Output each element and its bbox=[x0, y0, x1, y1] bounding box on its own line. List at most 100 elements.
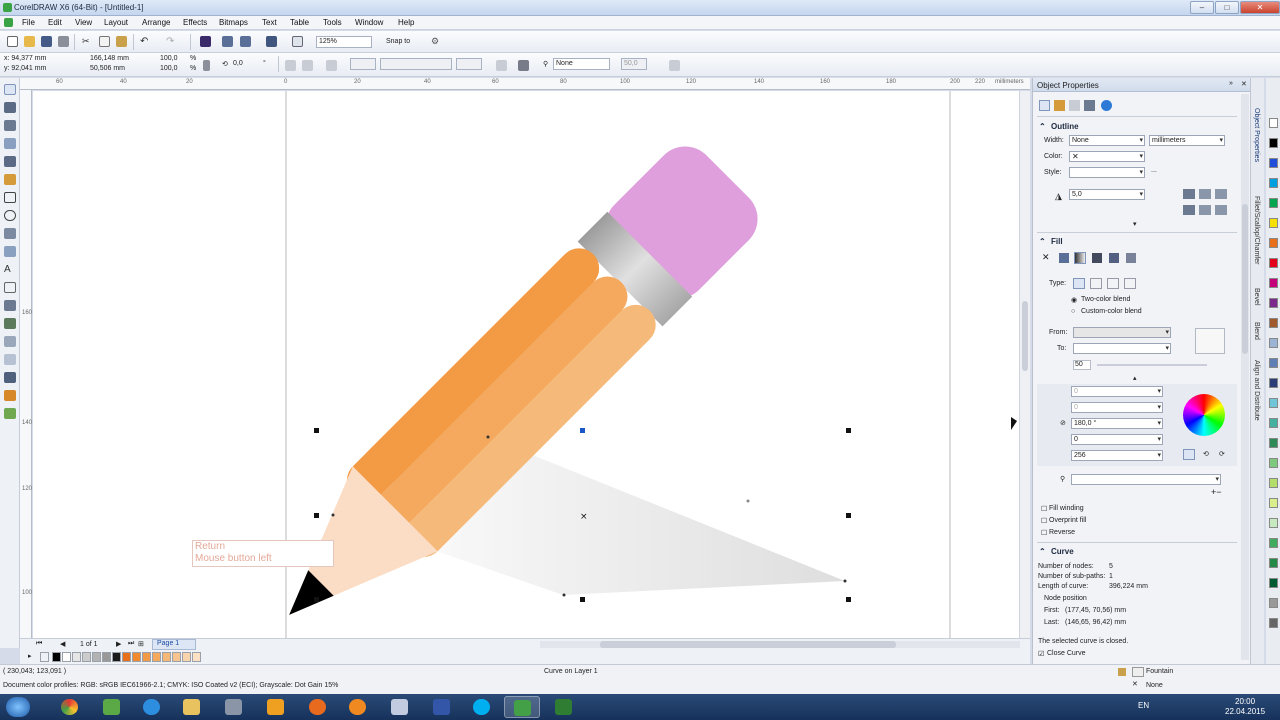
taskbar-app[interactable] bbox=[382, 696, 418, 718]
to-front-icon[interactable] bbox=[518, 60, 529, 71]
paste-icon[interactable] bbox=[116, 36, 127, 47]
summary-tab-icon[interactable] bbox=[1084, 100, 1095, 111]
color-swatch[interactable] bbox=[1269, 298, 1278, 308]
object-height[interactable]: 50,506 mm bbox=[90, 65, 125, 72]
eyedropper-tool-icon[interactable] bbox=[4, 372, 16, 383]
transparency-tool-icon[interactable] bbox=[4, 354, 16, 365]
ellipse-tool-icon[interactable] bbox=[4, 210, 16, 221]
vertical-scrollbar[interactable] bbox=[1019, 91, 1030, 638]
snap-to-button[interactable]: Snap to bbox=[386, 38, 410, 45]
last-page-icon[interactable]: ⏭ bbox=[128, 640, 134, 648]
palette-arrow-icon[interactable]: ▸ bbox=[28, 652, 32, 660]
no-color-swatch[interactable] bbox=[40, 652, 49, 662]
custom-color-radio[interactable]: ○ bbox=[1071, 308, 1075, 315]
color-swatch[interactable] bbox=[1269, 598, 1278, 608]
combine-dropdown[interactable] bbox=[350, 58, 376, 70]
first-page-icon[interactable]: ⏮ bbox=[36, 640, 42, 648]
curve-node[interactable] bbox=[746, 499, 750, 503]
selection-handle[interactable] bbox=[580, 428, 585, 433]
line-style-dropdown[interactable] bbox=[380, 58, 452, 70]
page-tab[interactable]: Page 1 bbox=[152, 639, 196, 650]
scale-height[interactable]: 100,0 bbox=[160, 65, 178, 72]
polygon-tool-icon[interactable] bbox=[4, 228, 16, 239]
freehand-tool-icon[interactable] bbox=[4, 156, 16, 167]
rectangle-tool-icon[interactable] bbox=[4, 192, 16, 203]
fill-collapse-arrow[interactable]: ▴ bbox=[1133, 374, 1137, 382]
menu-edit[interactable]: Edit bbox=[48, 18, 62, 27]
color-profiles[interactable]: Document color profiles: RGB: sRGB IEC61… bbox=[3, 682, 338, 689]
menu-help[interactable]: Help bbox=[398, 18, 414, 27]
options-icon[interactable]: ⚙ bbox=[431, 36, 442, 47]
tab-object-properties[interactable]: Object Properties bbox=[1253, 108, 1260, 162]
from-color-picker[interactable] bbox=[1073, 327, 1171, 338]
docker-scroll-thumb[interactable] bbox=[1242, 204, 1248, 354]
clock-date[interactable]: 22.04.2015 bbox=[1225, 707, 1265, 716]
rotation-angle[interactable]: 0,0 bbox=[233, 60, 243, 67]
fill-winding-checkbox[interactable]: ☐ bbox=[1041, 505, 1047, 513]
convert-to-curves-icon[interactable] bbox=[669, 60, 680, 71]
outline-collapse-icon[interactable]: ⌃ bbox=[1039, 122, 1046, 131]
conical-type-icon[interactable] bbox=[1107, 278, 1119, 289]
texture-fill-icon[interactable] bbox=[1109, 253, 1119, 263]
menu-table[interactable]: Table bbox=[290, 18, 309, 27]
color-swatch[interactable] bbox=[1269, 278, 1278, 288]
prev-page-icon[interactable]: ◀ bbox=[60, 640, 65, 648]
add-remove-preset-icon[interactable]: +− bbox=[1211, 487, 1222, 497]
object-width[interactable]: 166,148 mm bbox=[90, 55, 129, 62]
end-arrow-dropdown[interactable] bbox=[456, 58, 482, 70]
horizontal-ruler[interactable]: 60 40 20 0 20 40 60 80 100 120 140 160 1… bbox=[20, 78, 1030, 90]
palette-swatch[interactable] bbox=[72, 652, 81, 662]
color-swatch[interactable] bbox=[1269, 418, 1278, 428]
corner-bevel-icon[interactable] bbox=[1215, 189, 1227, 199]
color-swatch[interactable] bbox=[1269, 378, 1278, 388]
color-swatch[interactable] bbox=[1269, 518, 1278, 528]
fountain-fill-icon[interactable] bbox=[1074, 252, 1086, 264]
internet-tab-icon[interactable] bbox=[1101, 100, 1112, 111]
menu-window[interactable]: Window bbox=[355, 18, 383, 27]
fill-edge-pad-field[interactable]: 0 bbox=[1071, 434, 1163, 445]
color-swatch[interactable] bbox=[1269, 358, 1278, 368]
palette-swatch[interactable] bbox=[172, 652, 181, 662]
drawing-canvas[interactable]: × bbox=[33, 91, 1020, 638]
tab-align-distribute[interactable]: Align and Distribute bbox=[1253, 360, 1260, 421]
palette-swatch[interactable] bbox=[132, 652, 141, 662]
selection-handle[interactable] bbox=[314, 428, 319, 433]
taskbar-explorer[interactable] bbox=[174, 696, 210, 718]
line-cap-round-icon[interactable] bbox=[1199, 205, 1211, 215]
color-swatch[interactable] bbox=[1269, 338, 1278, 348]
add-page-icon[interactable]: ⊞ bbox=[138, 640, 144, 648]
docker-close-icon[interactable]: ✕ bbox=[1241, 80, 1247, 88]
zoom-level-dropdown[interactable]: 125% bbox=[316, 36, 372, 48]
miter-limit-field[interactable]: 5,0 bbox=[1069, 189, 1145, 200]
connector-tool-icon[interactable] bbox=[4, 318, 16, 329]
menu-file[interactable]: File bbox=[22, 18, 35, 27]
next-page-icon[interactable]: ▶ bbox=[116, 640, 121, 648]
outline-style-dropdown[interactable] bbox=[1069, 167, 1145, 178]
palette-swatch[interactable] bbox=[192, 652, 201, 662]
mirror-vertical-icon[interactable] bbox=[302, 60, 313, 71]
palette-swatch[interactable] bbox=[112, 652, 121, 662]
palette-swatch[interactable] bbox=[152, 652, 161, 662]
taskbar-app[interactable] bbox=[546, 696, 582, 718]
taskbar-internet-explorer[interactable] bbox=[134, 696, 170, 718]
tab-blend[interactable]: Blend bbox=[1253, 322, 1260, 340]
clock-time[interactable]: 20:00 bbox=[1235, 697, 1255, 706]
copy-icon[interactable] bbox=[99, 36, 110, 47]
y-position[interactable]: y: 92,041 mm bbox=[4, 65, 46, 72]
selection-handle[interactable] bbox=[314, 597, 319, 602]
color-swatch[interactable] bbox=[1269, 178, 1278, 188]
color-swatch[interactable] bbox=[1269, 118, 1278, 128]
color-swatch[interactable] bbox=[1269, 238, 1278, 248]
wrap-text-icon[interactable] bbox=[496, 60, 507, 71]
fill-y-offset[interactable]: 0 bbox=[1071, 402, 1163, 413]
fill-indicator-icon[interactable] bbox=[1118, 668, 1126, 676]
table-tool-icon[interactable] bbox=[4, 282, 16, 293]
palette-swatch[interactable] bbox=[182, 652, 191, 662]
color-swatch[interactable] bbox=[1269, 578, 1278, 588]
taskbar-firefox[interactable] bbox=[340, 696, 376, 718]
tab-bevel[interactable]: Bevel bbox=[1253, 288, 1260, 306]
midpoint-slider[interactable] bbox=[1097, 364, 1207, 366]
outline-width-dropdown[interactable]: None bbox=[553, 58, 610, 70]
overprint-fill-checkbox[interactable]: ☐ bbox=[1041, 517, 1047, 525]
radial-type-icon[interactable] bbox=[1090, 278, 1102, 289]
